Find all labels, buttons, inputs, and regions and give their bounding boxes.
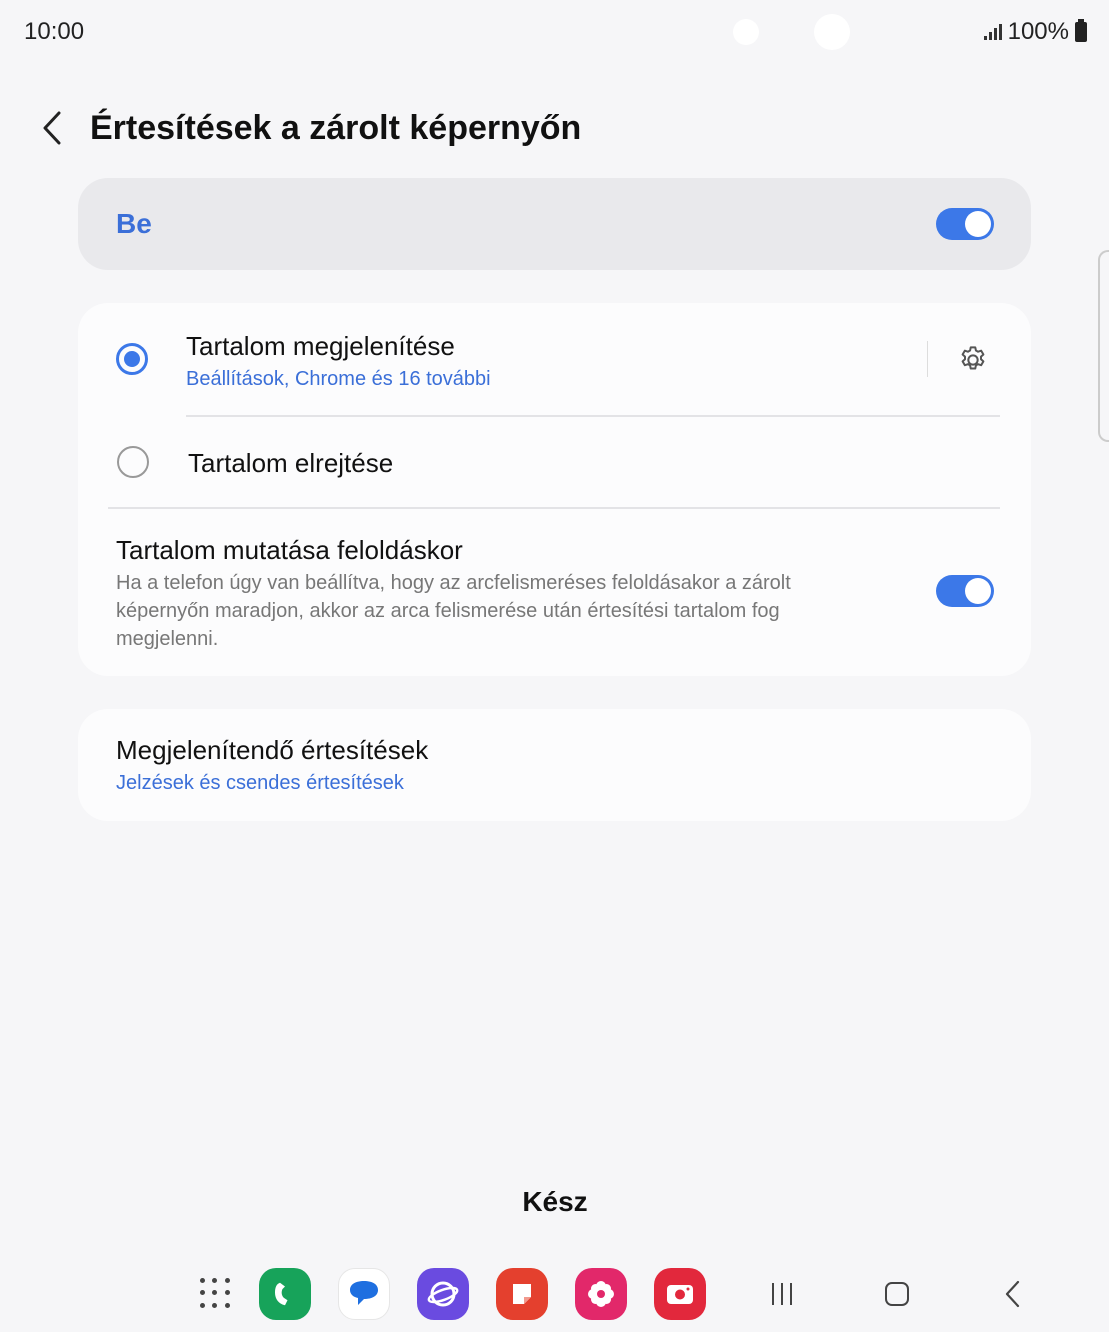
home-button[interactable] bbox=[877, 1276, 917, 1312]
status-bar: 10:00 100% bbox=[0, 0, 1109, 64]
content-options-card: Tartalom megjelenítése Beállítások, Chro… bbox=[78, 303, 1031, 676]
nav-back-button[interactable] bbox=[992, 1276, 1032, 1312]
toggle-knob bbox=[965, 211, 991, 237]
notifications-to-show-title: Megjelenítendő értesítések bbox=[116, 735, 429, 765]
recents-icon bbox=[772, 1283, 792, 1305]
home-icon bbox=[885, 1282, 909, 1306]
vertical-separator bbox=[927, 341, 928, 377]
show-content-title: Tartalom megjelenítése bbox=[186, 331, 455, 361]
show-on-unlock-description: Ha a telefon úgy van beállítva, hogy az … bbox=[116, 572, 791, 650]
show-on-unlock-title: Tartalom mutatása feloldáskor bbox=[116, 535, 463, 565]
notifications-to-show-subtitle: Jelzések és csendes értesítések bbox=[116, 772, 404, 794]
toggle-knob bbox=[965, 578, 991, 604]
camera-cutout-main bbox=[814, 14, 850, 50]
navigation-bar bbox=[0, 1258, 1109, 1332]
signal-icon bbox=[983, 24, 1002, 40]
gallery-icon[interactable] bbox=[575, 1268, 627, 1320]
status-time: 10:00 bbox=[24, 18, 85, 45]
page-title: Értesítések a zárolt képernyőn bbox=[90, 108, 582, 147]
gear-icon bbox=[961, 346, 985, 370]
camera-icon[interactable] bbox=[654, 1268, 706, 1320]
status-indicators: 100% bbox=[983, 18, 1087, 46]
messages-icon[interactable] bbox=[338, 1268, 390, 1320]
show-content-settings-button[interactable] bbox=[954, 341, 992, 379]
notifications-to-show-row[interactable]: Megjelenítendő értesítések Jelzések és c… bbox=[78, 709, 1031, 821]
battery-percent: 100% bbox=[1007, 18, 1069, 45]
hide-content-radio[interactable] bbox=[117, 446, 149, 478]
phone-icon[interactable] bbox=[259, 1268, 311, 1320]
internet-icon[interactable] bbox=[417, 1268, 469, 1320]
edge-panel-handle[interactable] bbox=[1098, 250, 1109, 442]
notes-icon[interactable] bbox=[496, 1268, 548, 1320]
page-header: Értesítések a zárolt képernyőn bbox=[30, 100, 581, 156]
back-icon bbox=[1005, 1280, 1020, 1308]
show-content-radio[interactable] bbox=[116, 343, 148, 375]
show-on-unlock-toggle[interactable] bbox=[936, 575, 994, 607]
battery-icon bbox=[1075, 19, 1087, 42]
hide-content-title: Tartalom elrejtése bbox=[188, 448, 394, 478]
done-button[interactable]: Kész bbox=[480, 1180, 630, 1224]
apps-grid-icon[interactable] bbox=[200, 1278, 232, 1310]
back-arrow-icon bbox=[43, 111, 61, 145]
camera-cutout bbox=[733, 19, 759, 45]
master-switch-row[interactable]: Be bbox=[78, 178, 1031, 270]
back-button[interactable] bbox=[30, 106, 74, 150]
recents-button[interactable] bbox=[762, 1276, 802, 1312]
master-toggle[interactable] bbox=[936, 208, 994, 240]
show-content-subtitle: Beállítások, Chrome és 16 további bbox=[186, 368, 491, 390]
master-switch-label: Be bbox=[116, 208, 152, 239]
